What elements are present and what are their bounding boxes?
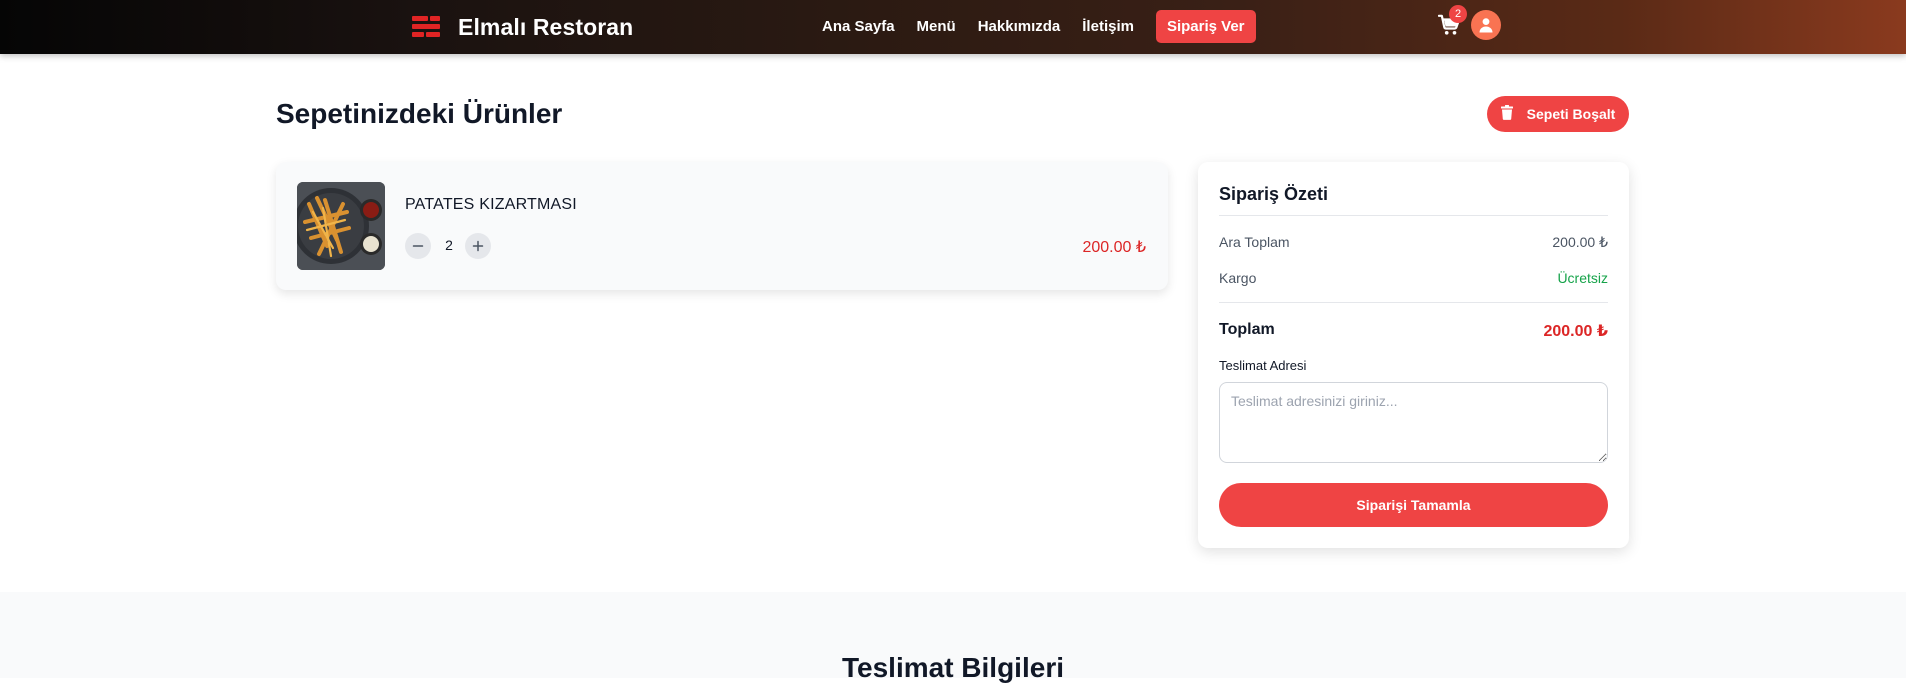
cart-item: PATATES KIZARTMASI 2 200.00 ₺ bbox=[276, 162, 1168, 290]
order-now-button[interactable]: Sipariş Ver bbox=[1155, 9, 1256, 43]
delivery-info-section: Teslimat Bilgileri bbox=[0, 592, 1906, 683]
subtotal-label: Ara Toplam bbox=[1219, 234, 1290, 250]
divider bbox=[1219, 302, 1608, 303]
brand-title: Elmalı Restoran bbox=[458, 13, 634, 40]
address-input[interactable] bbox=[1219, 382, 1608, 463]
quantity-value: 2 bbox=[445, 237, 453, 253]
product-name: PATATES KIZARTMASI bbox=[405, 196, 577, 213]
product-image bbox=[297, 182, 385, 270]
increase-quantity-button[interactable] bbox=[465, 233, 491, 259]
trash-icon bbox=[1500, 105, 1513, 123]
nav-link-contact[interactable]: İletişim bbox=[1082, 18, 1134, 35]
cart-count-badge: 2 bbox=[1449, 5, 1467, 23]
navbar: Elmalı Restoran Ana Sayfa Menü Hakkımızd… bbox=[0, 0, 1906, 54]
page-title: Sepetinizdeki Ürünler bbox=[276, 98, 563, 129]
summary-title: Sipariş Özeti bbox=[1219, 184, 1329, 204]
shipping-value: Ücretsiz bbox=[1557, 270, 1608, 286]
shipping-label: Kargo bbox=[1219, 270, 1257, 286]
user-icon[interactable] bbox=[1471, 10, 1501, 40]
clear-cart-button[interactable]: Sepeti Boşalt bbox=[1487, 96, 1629, 132]
nav-link-menu[interactable]: Menü bbox=[917, 18, 956, 35]
total-value: 200.00 ₺ bbox=[1543, 323, 1608, 340]
order-summary: Sipariş Özeti Ara Toplam 200.00 ₺ Kargo … bbox=[1198, 162, 1629, 548]
nav-links: Ana Sayfa Menü Hakkımızda İletişim Sipar… bbox=[822, 9, 1256, 43]
clear-cart-label: Sepeti Boşalt bbox=[1526, 106, 1616, 122]
address-label: Teslimat Adresi bbox=[1219, 358, 1307, 373]
total-label: Toplam bbox=[1219, 321, 1275, 338]
restaurant-logo-icon bbox=[412, 16, 440, 38]
product-price: 200.00 ₺ bbox=[1082, 239, 1146, 256]
complete-order-button[interactable]: Siparişi Tamamla bbox=[1219, 483, 1608, 527]
brand[interactable]: Elmalı Restoran bbox=[412, 12, 633, 42]
decrease-quantity-button[interactable] bbox=[405, 233, 431, 259]
delivery-info-title: Teslimat Bilgileri bbox=[842, 652, 1064, 683]
subtotal-value: 200.00 ₺ bbox=[1552, 234, 1608, 250]
nav-link-about[interactable]: Hakkımızda bbox=[978, 18, 1061, 35]
nav-link-home[interactable]: Ana Sayfa bbox=[822, 18, 895, 35]
divider bbox=[1219, 215, 1608, 216]
